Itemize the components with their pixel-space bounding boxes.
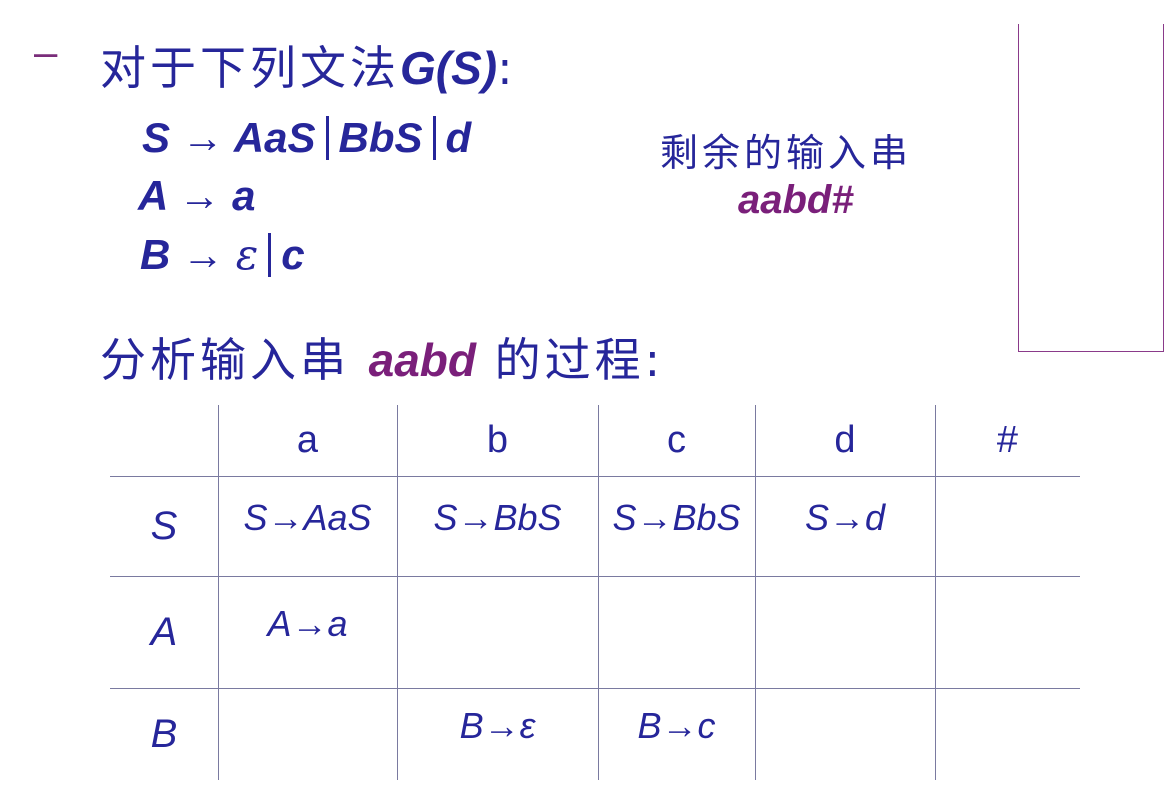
table-cell-production: S→BbS — [433, 497, 562, 538]
column-header: d — [834, 419, 856, 461]
table-cell-production: A→a — [267, 603, 348, 644]
table-cell-production: B→c — [637, 705, 716, 746]
column-header: c — [667, 419, 686, 461]
row-header: A — [150, 610, 178, 654]
table-cell-production: S→AaS — [243, 497, 372, 538]
column-header: # — [996, 419, 1019, 461]
table-cell-production: S→d — [804, 497, 886, 538]
column-header: a — [296, 419, 319, 461]
column-header: b — [486, 419, 509, 461]
table-cell-production: S→BbS — [612, 497, 741, 538]
parse-table: a b c d # S S→AaS S→BbS S→BbS S→d A A→a B B→ε B→c — [0, 0, 1166, 786]
row-header: S — [150, 504, 178, 548]
row-header: B — [150, 712, 178, 756]
table-cell-production: B→ε — [459, 705, 536, 746]
